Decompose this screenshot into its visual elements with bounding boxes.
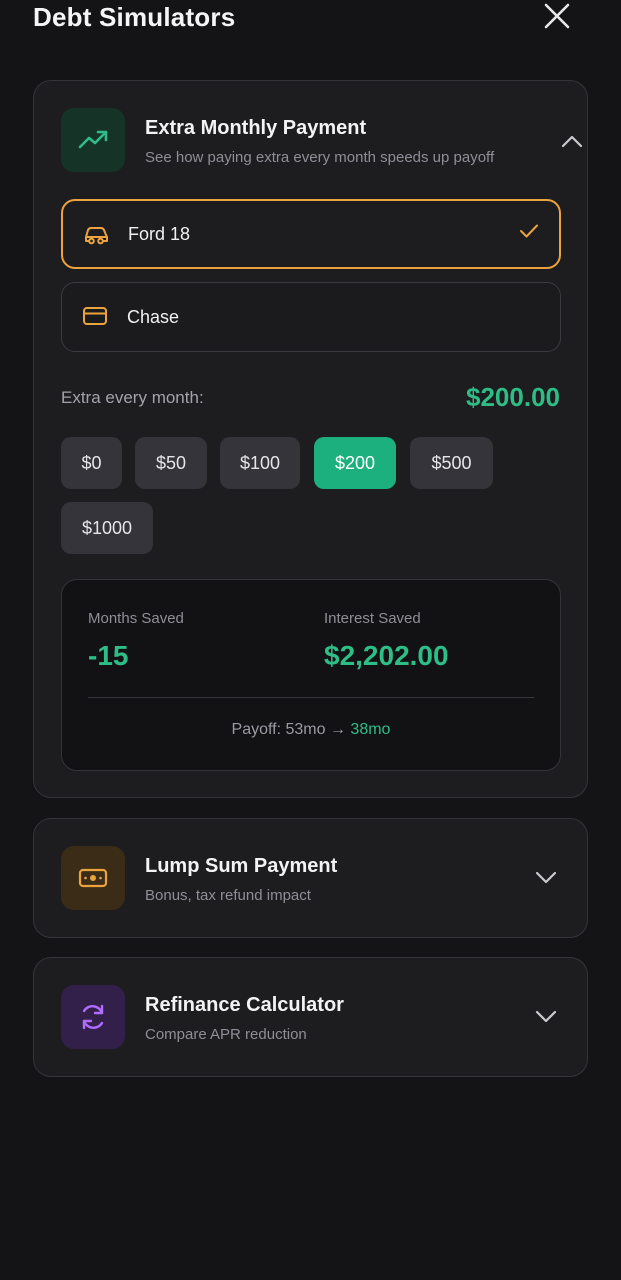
chevron-down-icon[interactable] bbox=[535, 1010, 557, 1024]
payoff-from: Payoff: 53mo → bbox=[231, 721, 346, 738]
extra-amount-label: Extra every month: bbox=[61, 388, 204, 407]
credit-card-icon bbox=[83, 307, 107, 325]
check-icon bbox=[520, 224, 538, 238]
extra-amount-value: $200.00 bbox=[466, 382, 560, 412]
debt-option-label: Chase bbox=[127, 306, 180, 327]
chevron-up-icon[interactable] bbox=[561, 134, 583, 148]
collapse-button[interactable] bbox=[560, 129, 584, 153]
debt-option-chase[interactable]: Chase bbox=[61, 282, 561, 352]
months-saved-label: Months Saved bbox=[88, 610, 184, 627]
amount-chip-50[interactable]: $50 bbox=[135, 437, 207, 489]
refresh-icon bbox=[82, 1004, 104, 1030]
extra-payment-title: Extra Monthly Payment bbox=[145, 117, 367, 139]
amount-chip-100[interactable]: $100 bbox=[220, 437, 300, 489]
expand-refinance-button[interactable] bbox=[534, 1005, 558, 1029]
interest-saved-label: Interest Saved bbox=[324, 610, 421, 627]
cash-icon bbox=[78, 868, 108, 888]
page-title: Debt Simulators bbox=[33, 2, 236, 32]
chevron-down-icon[interactable] bbox=[535, 871, 557, 885]
trending-up-icon bbox=[78, 130, 108, 149]
refinance-card[interactable]: Refinance Calculator Compare APR reducti… bbox=[33, 957, 588, 1077]
lump-sum-card[interactable]: Lump Sum Payment Bonus, tax refund impac… bbox=[33, 818, 588, 938]
lump-sum-title: Lump Sum Payment bbox=[145, 855, 338, 877]
amount-chip-0[interactable]: $0 bbox=[61, 437, 122, 489]
close-button[interactable] bbox=[541, 0, 573, 32]
payoff-to: 38mo bbox=[350, 721, 391, 738]
amount-chip-200[interactable]: $200 bbox=[314, 437, 396, 489]
results-panel: Months Saved -15 Interest Saved $2,202.0… bbox=[61, 579, 561, 771]
months-saved-value: -15 bbox=[88, 640, 129, 671]
debt-option-label: Ford 18 bbox=[128, 223, 191, 244]
results-divider bbox=[88, 697, 534, 698]
lump-sum-subtitle: Bonus, tax refund impact bbox=[145, 887, 311, 904]
payoff-summary: Payoff: 53mo → 38mo bbox=[62, 721, 560, 739]
refresh-icon-box bbox=[61, 985, 125, 1049]
refinance-subtitle: Compare APR reduction bbox=[145, 1026, 307, 1043]
amount-chip-500[interactable]: $500 bbox=[410, 437, 493, 489]
refinance-title: Refinance Calculator bbox=[145, 994, 344, 1016]
extra-payment-card: Extra Monthly Payment See how paying ext… bbox=[33, 80, 588, 798]
close-icon[interactable] bbox=[543, 2, 571, 30]
expand-lump-sum-button[interactable] bbox=[534, 866, 558, 890]
extra-payment-subtitle: See how paying extra every month speeds … bbox=[145, 149, 495, 166]
trending-up-icon-box bbox=[61, 108, 125, 172]
car-icon bbox=[85, 227, 108, 245]
amount-chip-1000[interactable]: $1000 bbox=[61, 502, 153, 554]
interest-saved-value: $2,202.00 bbox=[324, 640, 449, 671]
cash-icon-box bbox=[61, 846, 125, 910]
debt-option-ford[interactable]: Ford 18 bbox=[61, 199, 561, 269]
